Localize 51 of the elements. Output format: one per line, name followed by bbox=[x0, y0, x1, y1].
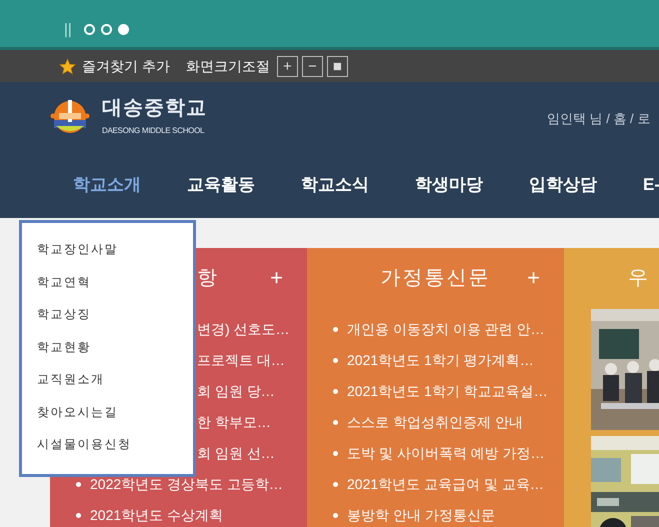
notice-link[interactable]: 도박 및 사이버폭력 예방 가정… bbox=[347, 443, 545, 464]
bullet-icon bbox=[333, 420, 338, 425]
bullet-icon bbox=[333, 327, 338, 332]
bullet-icon bbox=[333, 389, 338, 394]
menu-item[interactable]: 시설물이용신청 bbox=[37, 435, 193, 468]
zoom-button[interactable]: + bbox=[276, 56, 298, 76]
menu-item[interactable]: 교직원소개 bbox=[37, 370, 193, 402]
more-button[interactable]: + bbox=[527, 267, 540, 289]
panel-title: 가정통신문 bbox=[380, 266, 490, 291]
nav-tab[interactable]: 입학상담 bbox=[529, 172, 597, 198]
user-links[interactable]: 임인택 님 / 홈 / 로 bbox=[547, 109, 650, 128]
bullet-icon bbox=[76, 482, 81, 487]
pause-button[interactable]: || bbox=[64, 22, 72, 37]
bullet-icon bbox=[76, 513, 81, 518]
menu-item[interactable]: 찾아오시는길 bbox=[37, 402, 193, 435]
notice-link[interactable]: 회 임원 선… bbox=[197, 443, 275, 464]
notice-link[interactable]: 스스로 학업성취인증제 안내 bbox=[347, 412, 523, 433]
nav-tab[interactable]: E- bbox=[643, 172, 659, 198]
school-subtitle: DAESONG MIDDLE SCHOOL bbox=[102, 126, 206, 136]
notice-link[interactable]: 2022학년도 경상북도 고등학… bbox=[90, 474, 283, 495]
notice-link[interactable]: 한 학부모… bbox=[197, 412, 271, 433]
star-icon bbox=[59, 58, 76, 74]
bullet-icon bbox=[333, 358, 338, 363]
notice-link[interactable]: 2021학년도 1학기 평가계획… bbox=[347, 350, 534, 371]
bullet-icon bbox=[333, 513, 338, 518]
bullet-icon bbox=[333, 451, 338, 456]
nav-tab[interactable]: 교육활동 bbox=[187, 172, 255, 198]
zoom-button[interactable]: ■ bbox=[326, 56, 348, 76]
zoom-label: 화면크기조절 bbox=[186, 56, 270, 76]
notice-link[interactable]: 2021학년도 교육급여 및 교육… bbox=[347, 474, 544, 495]
menu-item[interactable]: 학교상징 bbox=[37, 305, 193, 338]
nav-tab[interactable]: 학생마당 bbox=[415, 172, 483, 198]
notice-link[interactable]: 개인용 이동장치 이용 관련 안… bbox=[347, 319, 545, 340]
nav-tab[interactable]: 학교소식 bbox=[301, 172, 369, 198]
nav-tab[interactable]: 학교소개 bbox=[73, 172, 141, 198]
zoom-button[interactable]: − bbox=[302, 56, 323, 76]
bullet-icon bbox=[333, 482, 338, 487]
favorite-link[interactable]: 즐겨찾기 추가 bbox=[82, 56, 170, 76]
menu-item[interactable]: 학교장인사말 bbox=[37, 240, 193, 272]
notice-link[interactable]: 봉방학 안내 가정통신문 bbox=[347, 505, 495, 526]
panel-title: 항 bbox=[197, 266, 219, 291]
menu-item[interactable]: 학교연혁 bbox=[37, 272, 193, 305]
notice-link[interactable]: 프로젝트 대… bbox=[197, 350, 285, 371]
notice-link[interactable]: 2021학년도 1학기 학교교육설… bbox=[347, 381, 548, 402]
notice-link[interactable]: 회 임원 당… bbox=[197, 381, 275, 402]
menu-item[interactable]: 학교현황 bbox=[37, 338, 193, 370]
panel-title: 우 bbox=[628, 266, 650, 291]
notice-link[interactable]: 2021학년도 수상계획 bbox=[90, 505, 224, 526]
notice-link[interactable]: 변경) 선호도… bbox=[197, 319, 290, 340]
more-button[interactable]: + bbox=[270, 267, 283, 289]
school-name: 대송중학교 bbox=[102, 96, 207, 120]
